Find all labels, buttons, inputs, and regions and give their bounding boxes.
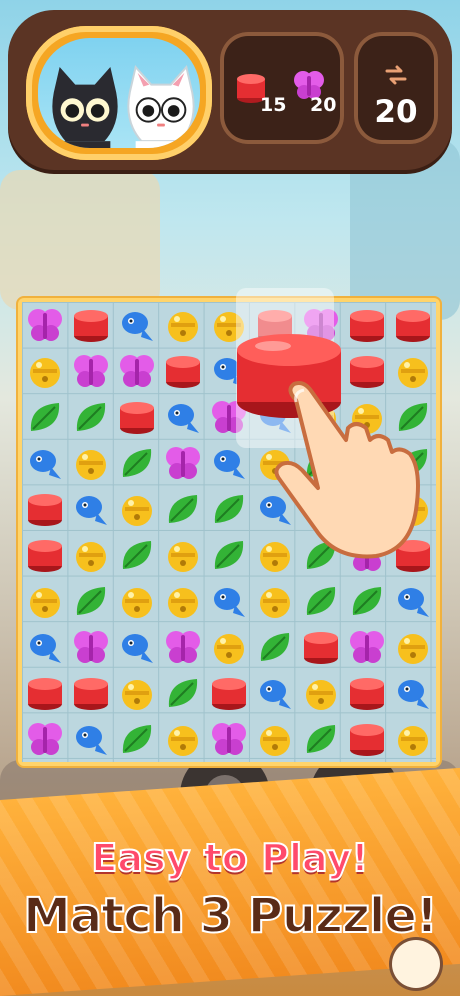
bell-tile[interactable]: [163, 719, 203, 759]
bell-tile[interactable]: [301, 673, 341, 713]
butterfly-tile[interactable]: [163, 627, 203, 667]
butterfly-tile[interactable]: [117, 351, 157, 391]
bell-tile[interactable]: [25, 581, 65, 621]
leaf-tile[interactable]: [209, 489, 249, 529]
block-tile[interactable]: [163, 351, 203, 391]
leaf-tile[interactable]: [301, 719, 341, 759]
bell-tile[interactable]: [255, 581, 295, 621]
bell-tile[interactable]: [393, 627, 433, 667]
fish-tile[interactable]: [255, 673, 295, 713]
leaf-tile[interactable]: [301, 581, 341, 621]
fish-tile[interactable]: [25, 443, 65, 483]
fish-tile[interactable]: [25, 627, 65, 667]
goal-count-red-block: 15: [260, 94, 287, 116]
butterfly-tile[interactable]: [347, 627, 387, 667]
butterfly-tile[interactable]: [25, 305, 65, 345]
promo-banner: [0, 767, 460, 996]
butterfly-tile[interactable]: [71, 351, 111, 391]
goal-count-butterfly: 20: [310, 94, 337, 116]
fish-tile[interactable]: [163, 397, 203, 437]
bell-tile[interactable]: [117, 581, 157, 621]
fish-tile[interactable]: [71, 719, 111, 759]
bell-tile[interactable]: [117, 489, 157, 529]
leaf-tile[interactable]: [117, 535, 157, 575]
leaf-tile[interactable]: [71, 581, 111, 621]
block-tile[interactable]: [209, 673, 249, 713]
leaf-tile[interactable]: [71, 397, 111, 437]
block-tile[interactable]: [347, 673, 387, 713]
moves-panel: 20: [354, 32, 438, 144]
swap-arrows-icon: [385, 65, 407, 85]
block-tile[interactable]: [71, 673, 111, 713]
leaf-tile[interactable]: [117, 719, 157, 759]
pointing-hand-icon: [266, 380, 436, 560]
butterfly-tile[interactable]: [71, 627, 111, 667]
cats-portrait: [26, 26, 212, 160]
white-cat-avatar: [122, 62, 200, 148]
butterfly-tile[interactable]: [163, 443, 203, 483]
bell-tile[interactable]: [255, 719, 295, 759]
black-cat-avatar: [46, 62, 124, 148]
bell-tile[interactable]: [117, 673, 157, 713]
bell-tile[interactable]: [163, 581, 203, 621]
bell-tile[interactable]: [163, 305, 203, 345]
leaf-tile[interactable]: [209, 535, 249, 575]
block-tile[interactable]: [117, 397, 157, 437]
fish-tile[interactable]: [71, 489, 111, 529]
top-hud: 15 20 20: [8, 10, 452, 170]
block-tile[interactable]: [301, 627, 341, 667]
block-tile[interactable]: [393, 305, 433, 345]
background-shape: [0, 170, 160, 310]
fish-tile[interactable]: [393, 581, 433, 621]
goals-panel: 15 20: [220, 32, 344, 144]
block-tile[interactable]: [347, 719, 387, 759]
fish-tile[interactable]: [117, 305, 157, 345]
leaf-tile[interactable]: [25, 397, 65, 437]
banner-tagline: Easy to Play!: [90, 835, 369, 881]
fish-tile[interactable]: [209, 581, 249, 621]
butterfly-tile[interactable]: [25, 719, 65, 759]
bell-tile[interactable]: [393, 719, 433, 759]
butterfly-tile[interactable]: [209, 719, 249, 759]
bell-tile[interactable]: [71, 443, 111, 483]
leaf-tile[interactable]: [117, 443, 157, 483]
bell-tile[interactable]: [71, 535, 111, 575]
leaf-tile[interactable]: [163, 489, 203, 529]
block-tile[interactable]: [25, 673, 65, 713]
block-tile[interactable]: [25, 489, 65, 529]
block-tile[interactable]: [347, 305, 387, 345]
banner-headline: Match 3 Puzzle!: [22, 887, 439, 945]
block-tile[interactable]: [71, 305, 111, 345]
leaf-tile[interactable]: [347, 581, 387, 621]
fish-tile[interactable]: [117, 627, 157, 667]
block-tile[interactable]: [25, 535, 65, 575]
leaf-tile[interactable]: [255, 627, 295, 667]
bell-tile[interactable]: [209, 627, 249, 667]
fish-tile[interactable]: [393, 673, 433, 713]
bell-tile[interactable]: [163, 535, 203, 575]
moves-count: 20: [374, 94, 418, 130]
fish-tile[interactable]: [209, 443, 249, 483]
bell-tile[interactable]: [25, 351, 65, 391]
leaf-tile[interactable]: [163, 673, 203, 713]
paw-icon: [392, 940, 440, 988]
